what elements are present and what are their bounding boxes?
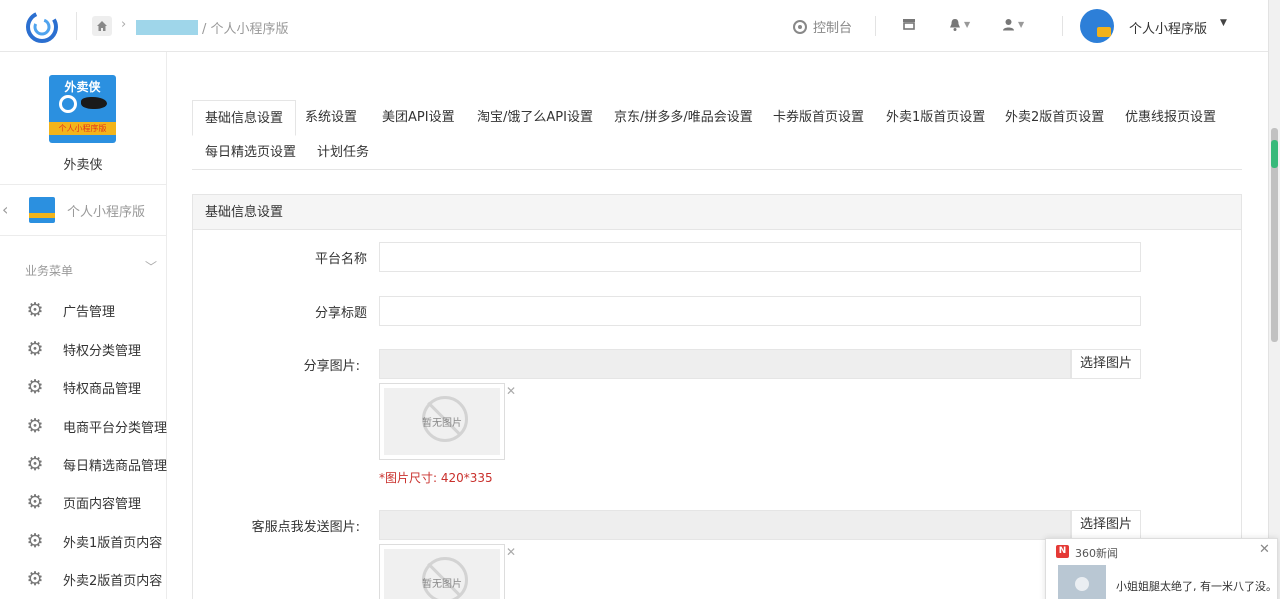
platform-name-input[interactable] <box>379 242 1141 272</box>
user-menu-icon[interactable]: ▼ <box>1002 18 1024 31</box>
gear-icon: ⚙ <box>26 491 44 513</box>
divider <box>76 12 77 40</box>
mascot-icon <box>81 97 107 109</box>
console-link[interactable]: 控制台 <box>793 17 852 36</box>
divider <box>0 235 166 236</box>
sidebar-item-ads[interactable]: ⚙ 广告管理 <box>0 295 166 325</box>
current-app-logo <box>29 197 55 223</box>
share-image-label: 分享图片: <box>303 359 360 374</box>
gear-icon: ⚙ <box>26 376 44 398</box>
share-image-select-button[interactable]: 选择图片 <box>1071 349 1141 379</box>
app-logo-icon[interactable] <box>22 9 62 45</box>
store-icon[interactable] <box>902 18 916 30</box>
no-image-placeholder: 暂无图片 <box>384 388 500 455</box>
service-image-path[interactable] <box>379 510 1071 540</box>
sidebar-item-label: 外卖2版首页内容 <box>63 573 163 589</box>
remove-image-icon[interactable]: ✕ <box>506 384 516 398</box>
divider <box>1062 16 1063 36</box>
divider <box>875 16 876 36</box>
sidebar-item-ecommerce-category[interactable]: ⚙ 电商平台分类管理 <box>0 411 168 441</box>
gear-icon: ⚙ <box>26 338 44 360</box>
sidebar-item-page-content[interactable]: ⚙ 页面内容管理 <box>0 487 166 517</box>
chevron-right-icon: › <box>121 17 127 32</box>
no-image-placeholder: 暂无图片 <box>384 549 500 599</box>
news-thumbnail[interactable] <box>1058 565 1106 599</box>
sidebar-item-takeout-v1-home[interactable]: ⚙ 外卖1版首页内容 <box>0 526 166 556</box>
breadcrumb-redacted[interactable] <box>136 20 198 35</box>
no-image-text: 暂无图片 <box>422 418 462 429</box>
avatar[interactable] <box>1080 9 1114 43</box>
sidebar: 外卖侠 个人小程序版 外卖侠 ‹ 个人小程序版 业务菜单 ﹀ ⚙ 广告管理 ⚙ … <box>0 52 167 599</box>
tab-basic-info[interactable]: 基础信息设置 <box>192 100 297 136</box>
app-logo-band: 个人小程序版 <box>49 122 116 135</box>
remove-image-icon[interactable]: ✕ <box>506 545 516 559</box>
news-popup[interactable]: N 360新闻 ✕ 小姐姐腿太绝了, 有一米八了没。 <box>1045 538 1278 599</box>
sidebar-item-privilege-goods[interactable]: ⚙ 特权商品管理 <box>0 372 166 402</box>
console-label: 控制台 <box>813 21 853 36</box>
chevron-down-icon[interactable]: ▼ <box>1220 18 1227 28</box>
tab-coupon-home[interactable]: 卡券版首页设置 <box>761 100 876 135</box>
tab-deals-page[interactable]: 优惠线报页设置 <box>1113 100 1228 135</box>
news-source: 360新闻 <box>1075 547 1118 560</box>
chevron-down-icon: ▼ <box>1018 20 1025 29</box>
sidebar-item-label: 外卖1版首页内容 <box>63 535 163 551</box>
tab-daily-picks[interactable]: 每日精选页设置 <box>193 135 308 170</box>
current-app-name[interactable]: 个人小程序版 <box>67 201 145 220</box>
news-logo-icon: N <box>1056 545 1069 558</box>
chevron-down-icon: ▼ <box>964 20 971 29</box>
news-headline[interactable]: 小姐姐腿太绝了, 有一米八了没。 <box>1116 578 1277 594</box>
sidebar-item-privilege-category[interactable]: ⚙ 特权分类管理 <box>0 334 166 364</box>
tab-system[interactable]: 系统设置 <box>293 100 369 135</box>
scrollbar-marker <box>1271 140 1278 168</box>
tab-scheduled-tasks[interactable]: 计划任务 <box>305 135 381 170</box>
tab-jd-pdd-vip[interactable]: 京东/拼多多/唯品会设置 <box>602 100 765 135</box>
sidebar-item-label: 特权分类管理 <box>63 343 142 359</box>
e-logo-icon <box>59 95 77 113</box>
sidebar-item-label: 页面内容管理 <box>63 496 142 512</box>
app-name: 外卖侠 <box>63 158 103 173</box>
sidebar-item-label: 特权商品管理 <box>63 381 142 397</box>
dashboard-icon <box>793 19 807 34</box>
tab-taobao-eleme-api[interactable]: 淘宝/饿了么API设置 <box>465 100 605 135</box>
breadcrumb-current: / 个人小程序版 <box>202 22 289 37</box>
share-image-path[interactable] <box>379 349 1071 379</box>
share-image-preview: 暂无图片 <box>379 383 505 460</box>
back-arrow-icon[interactable]: ‹ <box>2 200 8 219</box>
sidebar-item-label: 广告管理 <box>63 304 116 320</box>
gear-icon: ⚙ <box>26 415 44 437</box>
divider <box>0 184 166 185</box>
tab-takeout-v2-home[interactable]: 外卖2版首页设置 <box>993 100 1116 135</box>
panel-title: 基础信息设置 <box>193 195 1241 230</box>
platform-name-label: 平台名称 <box>314 252 367 267</box>
gear-icon: ⚙ <box>26 530 44 552</box>
home-icon[interactable] <box>92 16 112 36</box>
page-scrollbar[interactable] <box>1268 0 1280 599</box>
chevron-down-icon[interactable]: ﹀ <box>145 258 157 275</box>
service-image-preview: 暂无图片 <box>379 544 505 599</box>
sidebar-item-label: 每日精选商品管理 <box>63 458 168 474</box>
menu-section-title[interactable]: 业务菜单 <box>25 262 73 279</box>
sidebar-item-label: 电商平台分类管理 <box>63 420 168 436</box>
image-size-tip: *图片尺寸: 420*335 <box>379 471 493 485</box>
gear-icon: ⚙ <box>26 568 44 590</box>
share-title-input[interactable] <box>379 296 1141 326</box>
sidebar-item-takeout-v2-home[interactable]: ⚙ 外卖2版首页内容 <box>0 564 166 594</box>
service-image-label: 客服点我发送图片: <box>251 520 360 535</box>
notification-bell-icon[interactable]: ▼ <box>949 18 970 31</box>
service-image-select-button[interactable]: 选择图片 <box>1071 510 1141 540</box>
gear-icon: ⚙ <box>26 299 44 321</box>
top-bar: › / 个人小程序版 控制台 ▼ ▼ 个人小程序版 ▼ <box>0 0 1268 52</box>
app-logo-title: 外卖侠 <box>64 80 101 94</box>
close-icon[interactable]: ✕ <box>1259 542 1270 557</box>
tab-meituan-api[interactable]: 美团API设置 <box>370 100 467 135</box>
no-image-text: 暂无图片 <box>422 579 462 590</box>
user-name[interactable]: 个人小程序版 <box>1129 18 1207 37</box>
tab-takeout-v1-home[interactable]: 外卖1版首页设置 <box>874 100 997 135</box>
app-logo: 外卖侠 个人小程序版 <box>49 75 116 143</box>
gear-icon: ⚙ <box>26 453 44 475</box>
sidebar-item-daily-picks[interactable]: ⚙ 每日精选商品管理 <box>0 449 168 479</box>
share-title-label: 分享标题 <box>314 306 367 321</box>
settings-tabs: 基础信息设置 系统设置 美团API设置 淘宝/饿了么API设置 京东/拼多多/唯… <box>192 100 1242 170</box>
